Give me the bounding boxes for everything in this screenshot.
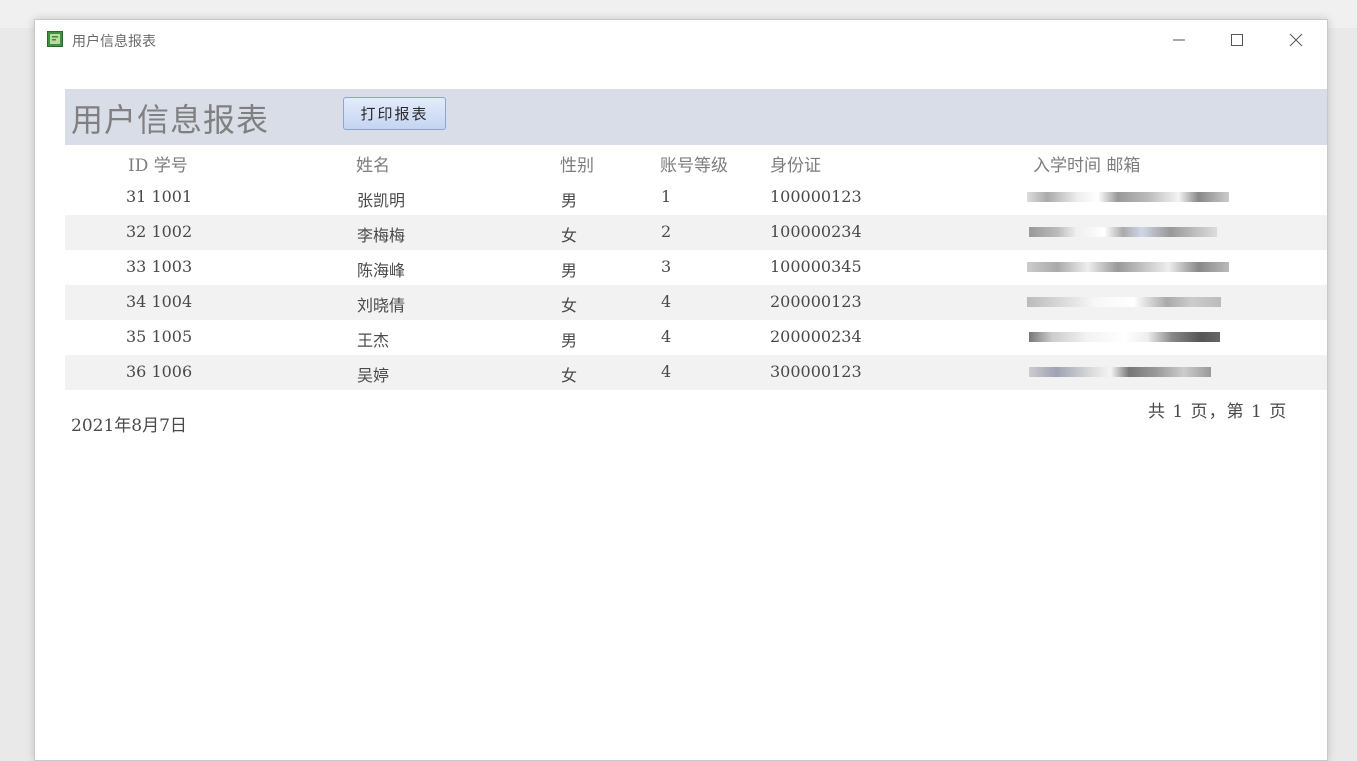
cell-id-card: 100000234 [770, 222, 862, 241]
minimize-button[interactable] [1156, 24, 1202, 56]
redacted-email [1029, 227, 1217, 237]
redacted-email [1027, 297, 1221, 307]
redacted-email [1027, 262, 1229, 272]
table-row: 32 1002 李梅梅 女 2 100000234 [65, 215, 1327, 250]
title-bar[interactable]: 用户信息报表 [35, 20, 1327, 60]
redacted-email [1029, 332, 1220, 342]
cell-id-card: 300000123 [770, 362, 862, 381]
cell-id-card: 200000234 [770, 327, 862, 346]
table-row: 36 1006 吴婷 女 4 300000123 [65, 355, 1327, 390]
redacted-email [1029, 367, 1211, 377]
cell-id-no: 35 1005 [126, 327, 193, 346]
cell-id-no: 31 1001 [126, 187, 193, 206]
report-date: 2021年8月7日 [71, 416, 187, 436]
column-header-id-no: ID 学号 [128, 156, 188, 176]
table-row: 34 1004 刘晓倩 女 4 200000123 [65, 285, 1327, 320]
cell-gender: 女 [561, 226, 578, 245]
cell-gender: 男 [561, 261, 578, 280]
cell-level: 4 [661, 362, 672, 381]
cell-gender: 男 [561, 331, 578, 350]
report-table: 31 1001 张凯明 男 1 100000123 32 1002 李梅梅 女 … [65, 180, 1327, 390]
cell-level: 2 [661, 222, 672, 241]
column-header-gender: 性别 [560, 156, 594, 176]
cell-level: 3 [661, 257, 672, 276]
cell-name: 张凯明 [357, 191, 406, 210]
cell-level: 4 [661, 327, 672, 346]
maximize-icon [1231, 34, 1243, 46]
column-header-name: 姓名 [356, 156, 390, 176]
cell-gender: 男 [561, 191, 578, 210]
cell-gender: 女 [561, 366, 578, 385]
cell-id-no: 32 1002 [126, 222, 193, 241]
cell-id-no: 36 1006 [126, 362, 193, 381]
close-icon [1289, 33, 1303, 47]
cell-name: 王杰 [357, 331, 390, 350]
table-row: 35 1005 王杰 男 4 200000234 [65, 320, 1327, 355]
window-title: 用户信息报表 [72, 34, 156, 50]
cell-id-card: 100000123 [770, 187, 862, 206]
cell-level: 1 [661, 187, 672, 206]
cell-name: 吴婷 [357, 366, 390, 385]
page-info: 共 1 页，第 1 页 [1148, 402, 1288, 422]
cell-name: 陈海峰 [357, 261, 406, 280]
cell-id-card: 100000345 [770, 257, 862, 276]
cell-level: 4 [661, 292, 672, 311]
cell-name: 刘晓倩 [357, 296, 406, 315]
cell-id-no: 33 1003 [126, 257, 193, 276]
cell-name: 李梅梅 [357, 226, 406, 245]
maximize-button[interactable] [1214, 24, 1260, 56]
report-header: 用户信息报表 打印报表 [65, 89, 1327, 145]
column-header-level: 账号等级 [660, 156, 728, 176]
access-report-icon [47, 31, 63, 47]
cell-id-card: 200000123 [770, 292, 862, 311]
minimize-icon [1173, 39, 1185, 41]
table-row: 31 1001 张凯明 男 1 100000123 [65, 180, 1327, 215]
print-report-button[interactable]: 打印报表 [343, 97, 446, 130]
redacted-email [1027, 192, 1229, 202]
report-title: 用户信息报表 [71, 101, 270, 139]
cell-id-no: 34 1004 [126, 292, 193, 311]
column-header-id-card: 身份证 [770, 156, 821, 176]
table-row: 33 1003 陈海峰 男 3 100000345 [65, 250, 1327, 285]
close-button[interactable] [1273, 24, 1319, 56]
cell-gender: 女 [561, 296, 578, 315]
report-window: 用户信息报表 用户信息报表 打印报表 ID 学号 姓名 性别 账号等级 身份证 … [34, 19, 1328, 761]
column-header-enroll-email: 入学时间 邮箱 [1033, 156, 1141, 176]
